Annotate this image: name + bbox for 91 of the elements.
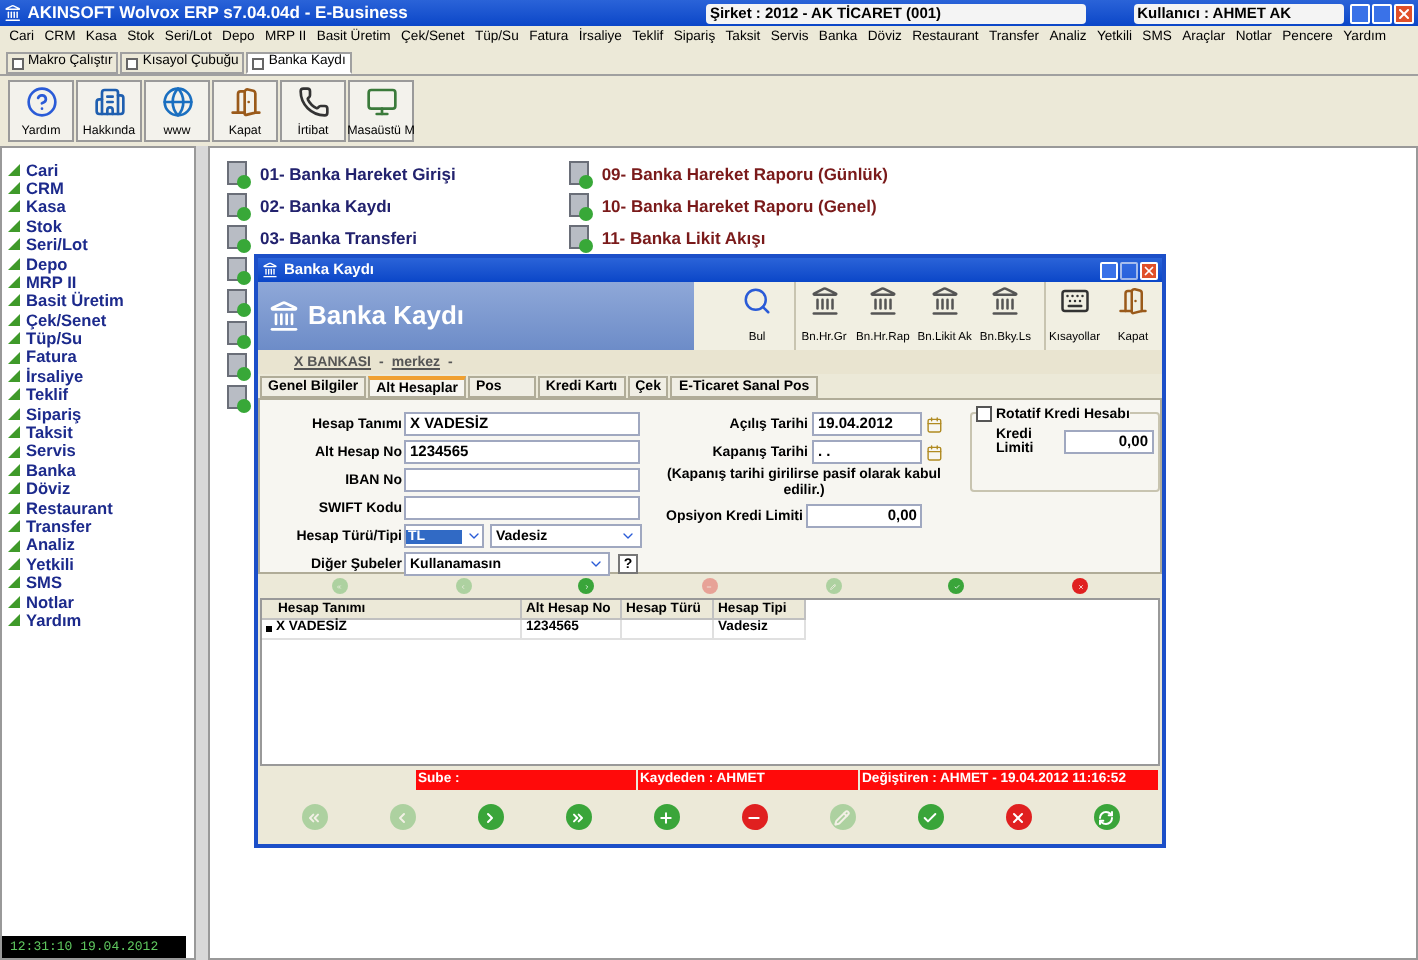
save-button[interactable] (948, 578, 965, 594)
door-icon (229, 86, 261, 118)
sidebar-item[interactable]: Kasa (8, 197, 194, 217)
report-icon (222, 158, 254, 190)
sidebar-item[interactable]: Restaurant (8, 498, 194, 517)
bank-icon (990, 286, 1021, 316)
double-left-icon (306, 809, 322, 825)
calendar-icon[interactable] (925, 443, 942, 461)
search-icon (742, 286, 773, 316)
maximize-button[interactable] (1120, 261, 1138, 279)
window-title: AKINSOFT Wolvox ERP s7.04.04d - E-Business (27, 4, 410, 22)
save-button[interactable] (917, 804, 943, 830)
sidebar-item[interactable]: Taksit (8, 422, 194, 442)
sidebar-item[interactable]: Sipariş (8, 404, 194, 423)
pencil-icon (834, 809, 850, 825)
sidebar-item[interactable]: Cari (8, 160, 194, 179)
building-icon (93, 86, 125, 118)
minimize-button[interactable] (1100, 261, 1118, 279)
bank-icon (867, 286, 898, 316)
sidebar-item[interactable]: Çek/Senet (8, 310, 194, 330)
sidebar-item[interactable]: Banka (8, 460, 194, 480)
report-link[interactable]: 03- Banka Transferi (260, 225, 417, 251)
report-icon (563, 190, 596, 222)
cancel-button[interactable] (1005, 804, 1031, 830)
minus-icon (706, 583, 713, 589)
double-right-icon (570, 809, 586, 825)
report-icon (222, 350, 254, 382)
sidebar-item[interactable]: Transfer (8, 516, 194, 536)
sidebar-item[interactable]: Döviz (8, 479, 194, 499)
double-left-icon (336, 583, 343, 589)
globe-icon (161, 86, 193, 118)
report-icon (222, 318, 254, 350)
sidebar-item[interactable]: Stok (8, 216, 194, 236)
sidebar-item[interactable]: SMS (8, 573, 194, 592)
monitor-icon (365, 86, 397, 118)
input-field[interactable] (404, 468, 640, 492)
pencil-icon (830, 583, 837, 589)
calendar-icon[interactable] (925, 415, 942, 433)
row-marker-icon (266, 626, 272, 632)
report-icon (222, 222, 254, 254)
check-icon (953, 583, 960, 589)
header-banner: Banka Kaydı (258, 282, 694, 350)
plus-icon (658, 809, 674, 825)
sidebar-item[interactable]: MRP II (8, 272, 194, 292)
help-icon (25, 86, 57, 118)
sidebar-item[interactable]: Teklif (8, 385, 194, 405)
input-field[interactable] (404, 496, 640, 520)
report-link[interactable]: 09- Banka Hareket Raporu (Günlük) (601, 161, 888, 187)
sidebar-item[interactable]: CRM (8, 178, 194, 198)
report-icon (222, 382, 254, 414)
sidebar-item[interactable]: Tüp/Su (8, 329, 194, 348)
maximize-button[interactable] (1372, 3, 1392, 23)
sidebar-item[interactable]: Basit Üretim (8, 291, 194, 311)
check-icon (922, 809, 938, 825)
app-icon (4, 4, 22, 22)
sidebar-item[interactable]: Servis (8, 441, 194, 461)
report-icon (222, 286, 254, 318)
phone-icon (297, 86, 329, 118)
sidebar-item[interactable]: İrsaliye (8, 366, 194, 386)
report-link[interactable]: 10- Banka Hareket Raporu (Genel) (601, 193, 877, 219)
report-link[interactable]: 01- Banka Hareket Girişi (260, 161, 456, 187)
report-icon (222, 254, 254, 286)
sidebar-item[interactable]: Fatura (8, 347, 194, 367)
next-button[interactable] (477, 804, 503, 830)
report-icon (563, 158, 596, 190)
sidebar-item[interactable]: Seri/Lot (8, 235, 194, 254)
keyboard-icon (1059, 286, 1090, 316)
report-icon (563, 222, 596, 254)
app-icon (262, 262, 278, 278)
refresh-icon (1098, 809, 1114, 825)
bank-icon (268, 300, 300, 332)
next-button[interactable] (578, 578, 595, 594)
sidebar-item[interactable]: Yardım (8, 610, 194, 630)
sidebar-item[interactable]: Notlar (8, 591, 194, 611)
checkbox[interactable] (976, 406, 992, 422)
report-link[interactable]: 11- Banka Likit Akışı (601, 225, 766, 251)
bank-icon (809, 286, 840, 316)
cancel-button[interactable] (1072, 578, 1089, 594)
sidebar-item[interactable]: Yetkili (8, 554, 194, 574)
last-button[interactable] (565, 804, 591, 830)
sidebar-item[interactable]: Depo (8, 253, 194, 273)
report-icon (222, 190, 254, 222)
add-button[interactable] (653, 804, 679, 830)
refresh-button[interactable] (1093, 804, 1119, 830)
sidebar-item[interactable]: Analiz (8, 535, 194, 555)
minimize-button[interactable] (1350, 3, 1370, 23)
delete-button[interactable] (741, 804, 767, 830)
bank-icon (929, 286, 960, 316)
door-icon (1118, 286, 1148, 316)
report-link[interactable]: 02- Banka Kaydı (260, 193, 392, 219)
table-cell (622, 620, 714, 640)
